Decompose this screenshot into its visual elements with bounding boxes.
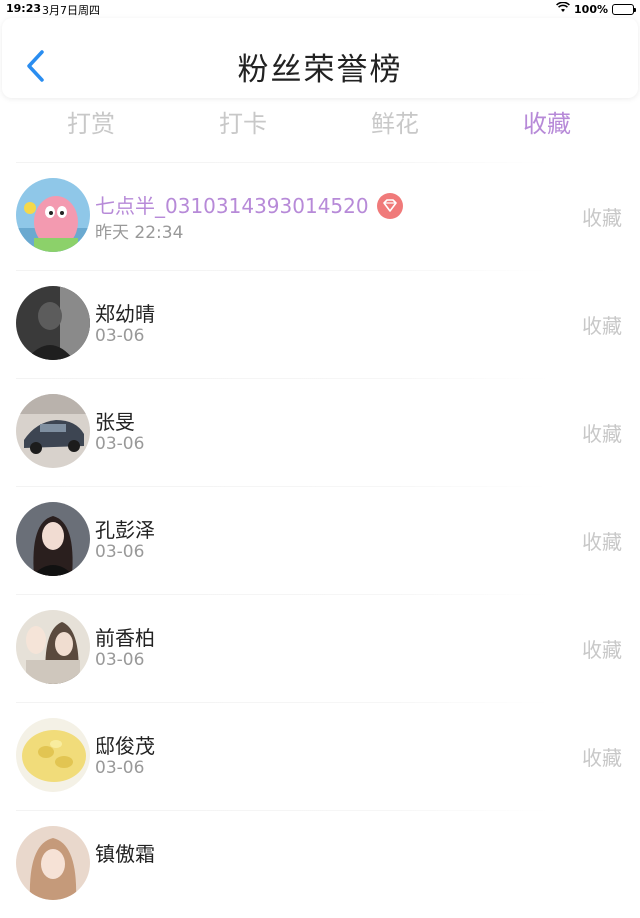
fan-time: 03-06 — [95, 326, 145, 346]
fan-action-label: 收藏 — [582, 314, 622, 338]
fan-name: 孔彭泽 — [95, 518, 155, 542]
fan-time: 03-06 — [95, 650, 145, 670]
avatar — [16, 394, 90, 468]
nav-header: 粉丝荣誉榜 — [2, 18, 638, 98]
list-item[interactable]: 邸俊茂 03-06 收藏 — [0, 702, 640, 810]
battery-percent: 100% — [574, 2, 608, 16]
divider — [16, 270, 550, 271]
list-item[interactable]: 郑幼晴 03-06 收藏 — [0, 270, 640, 378]
list-item[interactable]: 前香柏 03-06 收藏 — [0, 594, 640, 702]
wifi-icon — [556, 1, 570, 16]
status-time: 19:23 — [6, 2, 42, 15]
avatar — [16, 286, 90, 360]
fan-name: 张旻 — [95, 410, 135, 434]
tab-bar: 打赏 打卡 鲜花 收藏 — [0, 104, 640, 144]
divider — [16, 594, 550, 595]
fan-action-label: 收藏 — [582, 638, 622, 662]
avatar — [16, 610, 90, 684]
divider — [16, 486, 550, 487]
tab-flowers[interactable]: 鲜花 — [345, 104, 445, 139]
fan-name: 邸俊茂 — [95, 734, 155, 758]
fan-time: 昨天 22:34 — [95, 223, 184, 243]
fan-time: 03-06 — [95, 542, 145, 562]
avatar — [16, 718, 90, 792]
fan-name: 前香柏 — [95, 626, 155, 650]
avatar — [16, 502, 90, 576]
fan-action-label: 收藏 — [582, 530, 622, 554]
page-title: 粉丝荣誉榜 — [237, 52, 403, 88]
status-date: 3月7日周四 — [42, 4, 100, 17]
list-item[interactable]: 七点半_0310314393014520 昨天 22:34 收藏 — [0, 162, 640, 270]
fan-action-label: 收藏 — [582, 746, 622, 770]
list-item[interactable]: 镇傲霜 — [0, 810, 640, 918]
fan-action-label: 收藏 — [582, 422, 622, 446]
divider — [16, 162, 550, 163]
fan-time: 03-06 — [95, 758, 145, 778]
list-item[interactable]: 张旻 03-06 收藏 — [0, 378, 640, 486]
avatar — [16, 178, 90, 252]
list-item[interactable]: 孔彭泽 03-06 收藏 — [0, 486, 640, 594]
vip-diamond-icon — [376, 192, 403, 219]
tab-checkin[interactable]: 打卡 — [193, 104, 293, 139]
divider — [16, 810, 550, 811]
fan-name: 郑幼晴 — [95, 302, 155, 326]
avatar — [16, 826, 90, 900]
fan-time: 03-06 — [95, 434, 145, 454]
tab-reward[interactable]: 打赏 — [41, 104, 141, 139]
divider — [16, 702, 550, 703]
fan-name-text: 七点半_0310314393014520 — [95, 194, 369, 218]
status-right: 100% — [556, 1, 636, 16]
divider — [16, 378, 550, 379]
status-bar: 19:23 3月7日周四 100% — [0, 0, 640, 18]
fan-name: 七点半_0310314393014520 — [95, 190, 403, 221]
battery-icon — [612, 3, 636, 15]
tab-favorites[interactable]: 收藏 — [497, 104, 597, 139]
fan-action-label: 收藏 — [582, 206, 622, 230]
